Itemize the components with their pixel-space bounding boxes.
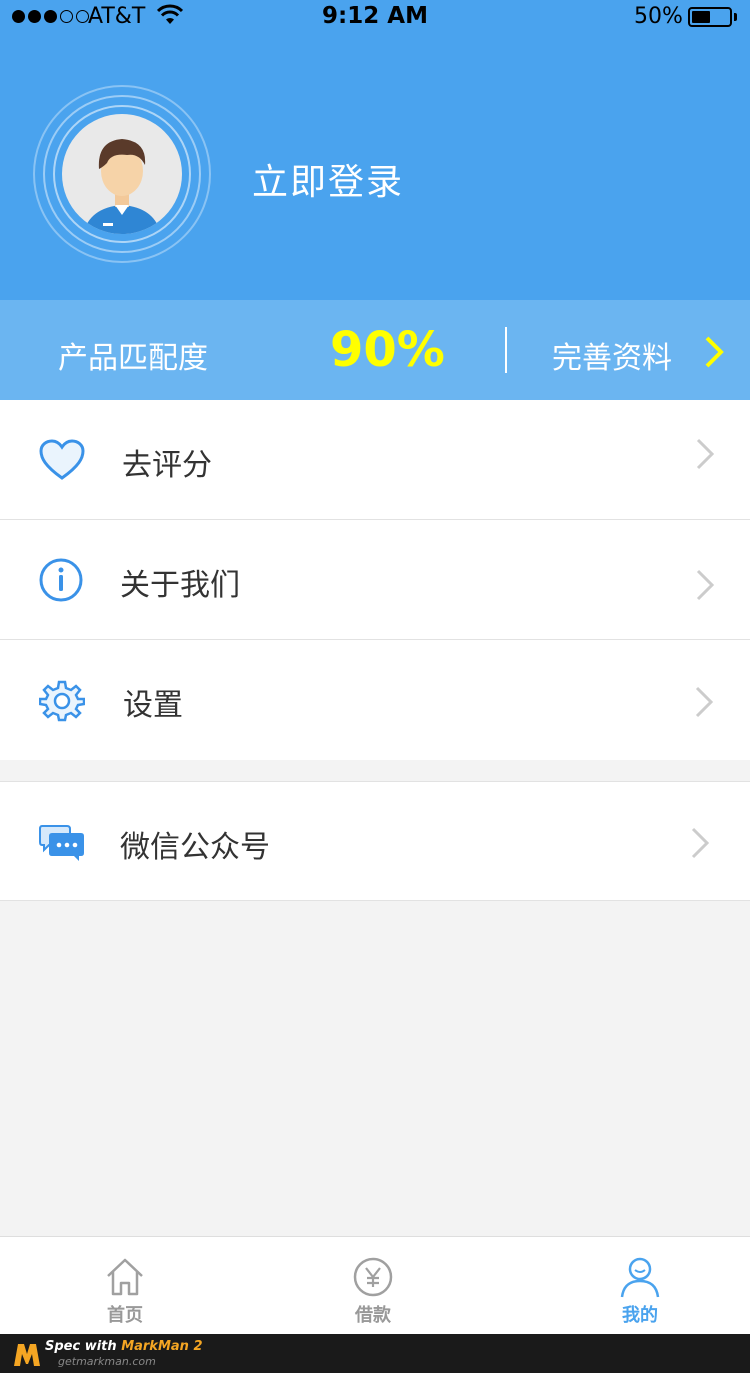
- chevron-right-icon: [696, 569, 715, 601]
- markman-logo-icon: [14, 1344, 40, 1366]
- tab-label: 借款: [355, 1305, 391, 1326]
- footer-title: Spec with MarkMan 2: [45, 1339, 203, 1354]
- tab-mine[interactable]: 我的: [515, 1237, 750, 1335]
- menu-label: 设置: [123, 688, 183, 723]
- match-percent: 90%: [330, 322, 445, 378]
- list-item-rate[interactable]: 去评分: [0, 400, 750, 520]
- complete-profile-button[interactable]: 完善资料: [552, 333, 672, 377]
- battery-percent: 50%: [634, 4, 683, 29]
- tab-loan[interactable]: 借款: [248, 1237, 498, 1335]
- markman-footer: Spec with MarkMan 2 getmarkman.com: [0, 1334, 750, 1373]
- avatar[interactable]: [31, 83, 213, 265]
- chevron-right-icon[interactable]: [696, 335, 730, 369]
- tab-bar: 首页 借款 我的: [0, 1236, 750, 1334]
- list-item-about[interactable]: 关于我们: [0, 520, 750, 640]
- profile-header: AT&T 9:12 AM 50% 立即登录 产品匹配度 90% 完善资料: [0, 0, 750, 400]
- login-link[interactable]: 立即登录: [252, 153, 404, 205]
- tab-label: 我的: [622, 1305, 658, 1326]
- user-avatar-icon: [33, 85, 211, 263]
- chat-bubble-icon: [39, 825, 84, 861]
- list-item-settings[interactable]: 设置: [0, 640, 750, 760]
- gear-icon: [39, 680, 85, 722]
- chevron-right-icon: [695, 686, 714, 718]
- list-item-wechat[interactable]: 微信公众号: [0, 781, 750, 901]
- match-label: 产品匹配度: [58, 341, 208, 376]
- footer-url: getmarkman.com: [58, 1355, 156, 1368]
- menu-label: 微信公众号: [120, 830, 270, 865]
- tab-label: 首页: [107, 1305, 143, 1326]
- yen-icon: [353, 1257, 393, 1297]
- menu-label: 去评分: [122, 448, 212, 483]
- home-icon: [107, 1258, 143, 1296]
- status-bar: AT&T 9:12 AM 50%: [0, 0, 750, 34]
- info-icon: [39, 558, 83, 602]
- menu-label: 关于我们: [120, 568, 240, 603]
- heart-icon: [39, 439, 85, 480]
- chevron-right-icon: [691, 827, 710, 859]
- tab-home[interactable]: 首页: [0, 1237, 250, 1335]
- battery-icon: [688, 7, 732, 27]
- match-divider: [505, 327, 507, 373]
- chevron-right-icon: [696, 438, 715, 470]
- user-icon: [620, 1257, 660, 1298]
